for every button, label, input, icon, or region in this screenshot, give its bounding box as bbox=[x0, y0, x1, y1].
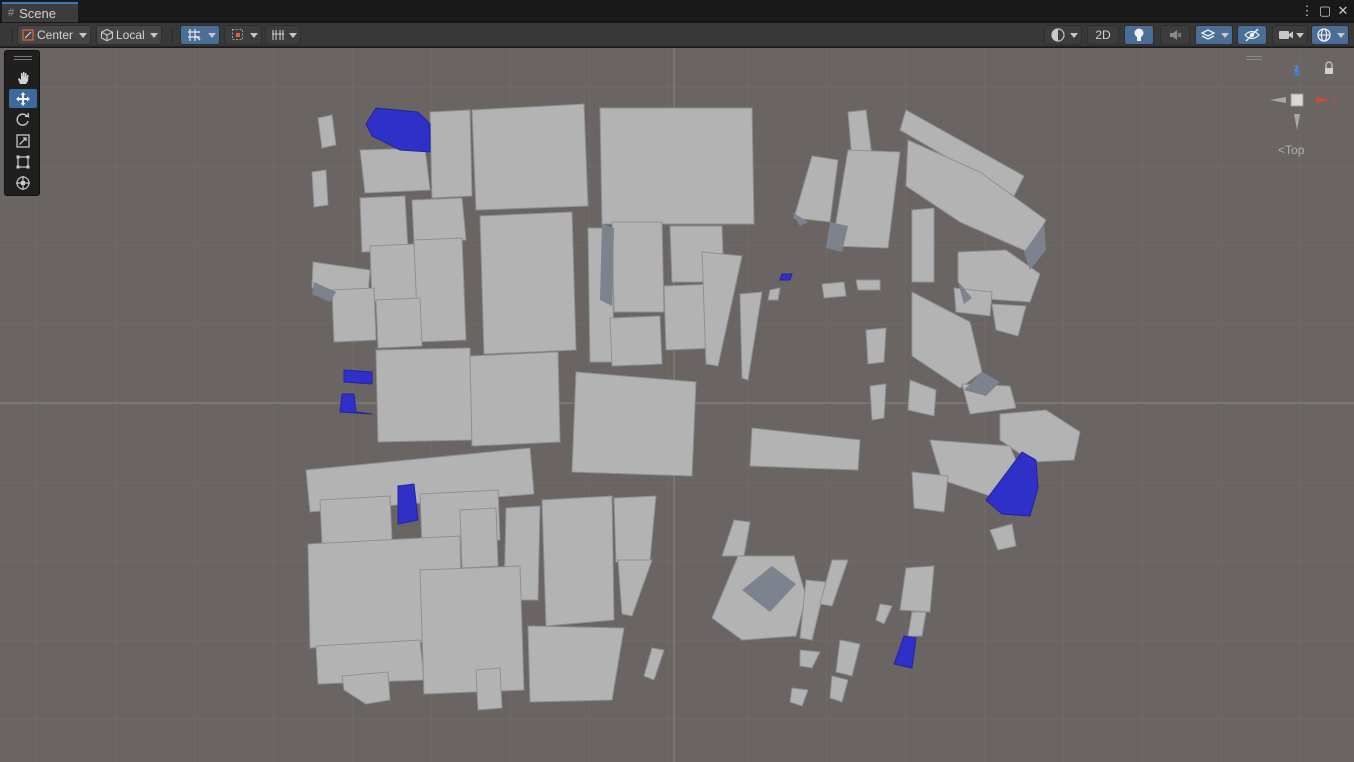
grid-snap-toggle[interactable] bbox=[180, 25, 220, 45]
rotate-icon bbox=[16, 112, 30, 126]
chevron-down-icon bbox=[150, 33, 158, 38]
selected-building-center bbox=[779, 273, 793, 281]
tab-scene-label: Scene bbox=[19, 5, 56, 21]
more-options-icon[interactable]: ⋮ bbox=[1300, 3, 1314, 19]
grid-icon: # bbox=[8, 7, 15, 19]
maximize-icon[interactable]: ▢ bbox=[1318, 3, 1332, 19]
pivot-rotation-label: Local bbox=[116, 28, 145, 42]
hand-icon bbox=[18, 71, 29, 84]
neg-x-axis-cone[interactable] bbox=[1270, 97, 1286, 103]
panel-drag-handle[interactable] bbox=[14, 56, 32, 60]
scale-tool-button[interactable] bbox=[9, 131, 37, 150]
move-arrows-icon bbox=[16, 91, 30, 106]
cube-icon bbox=[100, 28, 114, 42]
chevron-down-icon bbox=[79, 33, 87, 38]
lock-body bbox=[1325, 68, 1333, 74]
lighting-toggle[interactable] bbox=[1124, 25, 1154, 45]
rotate-tool-button[interactable] bbox=[9, 110, 37, 129]
grid-visibility-toggle[interactable] bbox=[265, 25, 301, 45]
chevron-down-icon bbox=[1070, 33, 1078, 38]
hidden-objects-toggle[interactable] bbox=[1237, 25, 1267, 45]
gizmos-dropdown[interactable] bbox=[1311, 25, 1349, 45]
scene-render bbox=[0, 48, 1354, 762]
tab-scene[interactable]: # Scene bbox=[2, 2, 78, 22]
scene-toolbar: Center Local 2D bbox=[0, 23, 1354, 47]
increment-snap-toggle[interactable] bbox=[224, 25, 262, 45]
2d-mode-toggle[interactable]: 2D bbox=[1087, 25, 1119, 45]
chevron-down-icon bbox=[289, 33, 297, 38]
z-axis-label: z bbox=[1294, 63, 1299, 73]
neg-z-axis-cone[interactable] bbox=[1294, 114, 1300, 130]
draw-mode-dropdown[interactable] bbox=[1044, 25, 1082, 45]
x-axis-cone[interactable] bbox=[1316, 97, 1330, 103]
chevron-down-icon bbox=[208, 33, 216, 38]
audio-toggle[interactable] bbox=[1160, 25, 1190, 45]
toolbar-separator bbox=[172, 27, 173, 43]
chevron-down-icon bbox=[1221, 33, 1229, 38]
grid-icon bbox=[272, 30, 284, 40]
camera-dropdown[interactable] bbox=[1272, 25, 1308, 45]
selected-building-sw bbox=[397, 483, 419, 525]
gizmo-center-cube[interactable] bbox=[1290, 93, 1304, 107]
rect-tool-button[interactable] bbox=[9, 152, 37, 171]
layers-icon bbox=[1200, 29, 1216, 40]
camera-icon bbox=[1279, 31, 1293, 39]
tab-bar: # Scene ⋮ ▢ ✕ bbox=[0, 0, 1354, 22]
move-tool-button[interactable] bbox=[9, 89, 37, 108]
view-orientation-label[interactable]: <Top bbox=[1278, 143, 1304, 157]
shaded-sphere-icon bbox=[1051, 28, 1065, 42]
pivot-mode-dropdown[interactable]: Center bbox=[17, 25, 91, 45]
chevron-down-icon bbox=[1337, 33, 1345, 38]
grid-snap-icon bbox=[188, 29, 201, 41]
window-controls: ⋮ ▢ ✕ bbox=[1300, 2, 1350, 20]
scale-icon bbox=[16, 133, 30, 148]
lock-icon[interactable] bbox=[1325, 61, 1333, 68]
transform-tool-button[interactable] bbox=[9, 173, 37, 192]
chevron-down-icon bbox=[1296, 33, 1304, 38]
transform-tool-panel bbox=[4, 50, 40, 196]
selected-building-w1 bbox=[343, 369, 373, 385]
gizmo-globe-icon bbox=[1317, 28, 1331, 42]
pivot-rotation-dropdown[interactable]: Local bbox=[96, 25, 162, 45]
pivot-mode-label: Center bbox=[37, 28, 74, 42]
light-bulb-icon bbox=[1134, 28, 1144, 41]
pivot-center-icon bbox=[22, 29, 34, 41]
scene-window: # Scene ⋮ ▢ ✕ Center Local 2D z x <Top bbox=[0, 0, 1354, 762]
chevron-down-icon bbox=[250, 33, 258, 38]
increment-snap-icon bbox=[232, 29, 243, 40]
2d-mode-label: 2D bbox=[1095, 28, 1111, 42]
speaker-muted-icon bbox=[1170, 30, 1182, 40]
toolbar-handle bbox=[12, 27, 13, 43]
chevron-left-icon: < bbox=[1278, 143, 1286, 157]
eye-slash-icon bbox=[1244, 28, 1260, 42]
gizmo-drag-handle[interactable] bbox=[1246, 56, 1262, 60]
x-axis-label: x bbox=[1332, 95, 1337, 105]
effects-dropdown[interactable] bbox=[1195, 25, 1233, 45]
close-icon[interactable]: ✕ bbox=[1336, 3, 1350, 19]
view-tool-button[interactable] bbox=[9, 68, 37, 87]
transform-gizmo-icon bbox=[16, 175, 30, 190]
rect-transform-icon bbox=[16, 155, 30, 168]
view-name: Top bbox=[1285, 143, 1305, 157]
scene-viewport[interactable] bbox=[0, 48, 1354, 762]
